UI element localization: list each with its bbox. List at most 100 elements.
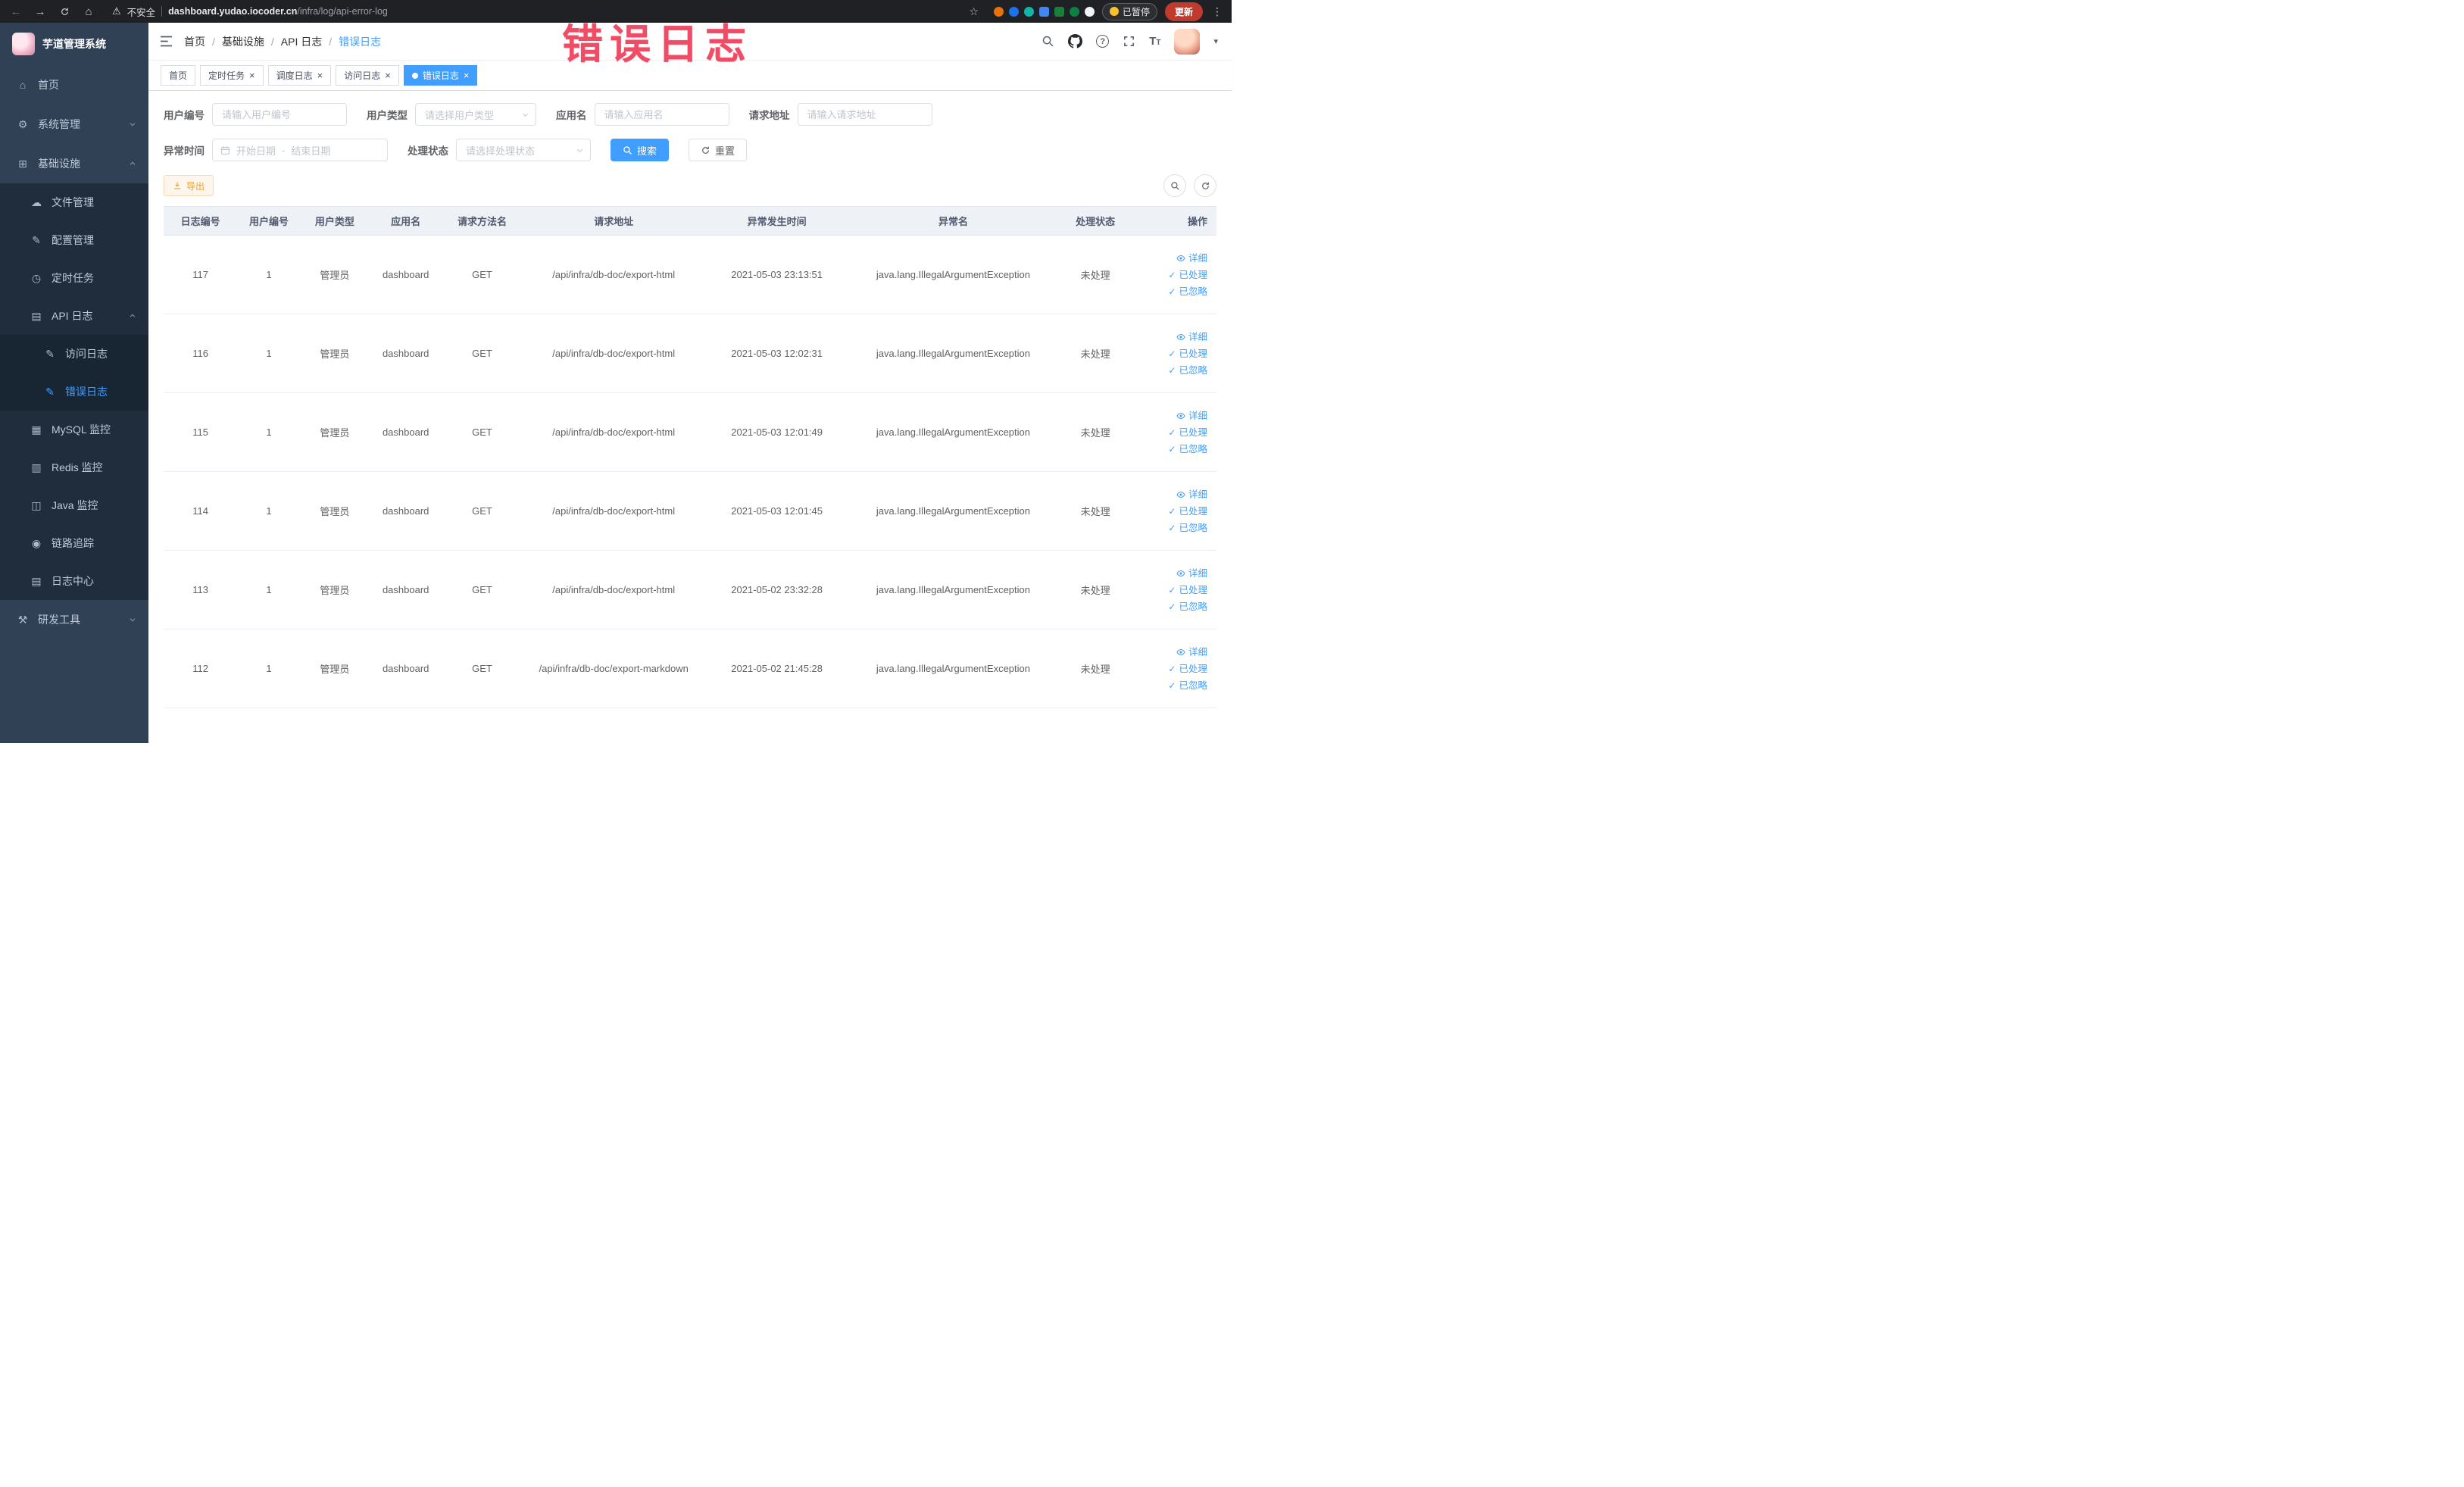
tab[interactable]: 访问日志 × — [336, 65, 399, 86]
mark-ignored-link[interactable]: ✓ 已忽略 — [1132, 283, 1207, 300]
user-avatar[interactable] — [1174, 28, 1201, 55]
sidebar-item-scheduled-jobs[interactable]: ◷ 定时任务 — [0, 259, 148, 297]
mark-ignored-link[interactable]: ✓ 已忽略 — [1132, 441, 1207, 458]
refresh-icon — [701, 145, 710, 155]
mark-ignored-link[interactable]: ✓ 已忽略 — [1132, 362, 1207, 379]
sidebar-item-infra[interactable]: ⊞ 基础设施 — [0, 144, 148, 183]
cell-actions: 详细 ✓ 已处理 ✓ 已忽略 — [1132, 314, 1216, 393]
sidebar-item-file-management[interactable]: ☁ 文件管理 — [0, 183, 148, 221]
sidebar-item-config-management[interactable]: ✎ 配置管理 — [0, 221, 148, 259]
detail-link[interactable]: 详细 — [1132, 644, 1207, 661]
extension-icon[interactable] — [1023, 6, 1034, 17]
extension-icon[interactable] — [1069, 6, 1079, 17]
tab[interactable]: 调度日志 × — [267, 65, 332, 86]
detail-link[interactable]: 详细 — [1132, 565, 1207, 582]
reset-button[interactable]: 重置 — [689, 139, 748, 161]
close-icon[interactable]: × — [464, 70, 470, 80]
sidebar-item-dev-tools[interactable]: ⚒ 研发工具 — [0, 600, 148, 639]
extension-icon[interactable] — [1054, 6, 1064, 17]
mark-processed-link[interactable]: ✓ 已处理 — [1132, 582, 1207, 598]
sidebar-item-system[interactable]: ⚙ 系统管理 — [0, 105, 148, 144]
table-row: 114 1 管理员 dashboard GET /api/infra/db-do… — [164, 471, 1216, 551]
address-bar[interactable]: ⚠ 不安全 dashboard.yudao.iocoder.cn/infra/l… — [105, 2, 986, 20]
detail-link[interactable]: 详细 — [1132, 329, 1207, 345]
mark-processed-link[interactable]: ✓ 已处理 — [1132, 267, 1207, 283]
home-button[interactable]: ⌂ — [80, 3, 97, 20]
cell-user-id: 1 — [237, 235, 301, 314]
request-url-input[interactable] — [797, 103, 932, 126]
tab[interactable]: 定时任务 × — [200, 65, 264, 86]
check-icon: ✓ — [1168, 679, 1176, 691]
document-icon: ▤ — [31, 574, 42, 587]
date-range-picker[interactable]: 开始日期 - 结束日期 — [212, 139, 388, 161]
mark-ignored-link[interactable]: ✓ 已忽略 — [1132, 677, 1207, 694]
extension-icon[interactable] — [1008, 6, 1019, 17]
sidebar-item-access-log[interactable]: ✎ 访问日志 — [0, 335, 148, 373]
close-icon[interactable]: × — [385, 70, 391, 80]
cell-app-name: dashboard — [369, 235, 443, 314]
export-button[interactable]: 导出 — [164, 175, 214, 196]
user-id-input[interactable] — [212, 103, 347, 126]
back-button[interactable]: ← — [8, 3, 24, 20]
eye-icon: ◉ — [31, 536, 42, 549]
table-row: 115 1 管理员 dashboard GET /api/infra/db-do… — [164, 392, 1216, 472]
detail-link[interactable]: 详细 — [1132, 486, 1207, 503]
breadcrumb-item[interactable]: 基础设施 — [222, 34, 264, 49]
app-name-input[interactable] — [594, 103, 729, 126]
search-button[interactable]: 搜索 — [611, 139, 670, 161]
chrome-menu-icon[interactable]: ⋮ — [1210, 5, 1224, 18]
mark-processed-link[interactable]: ✓ 已处理 — [1132, 345, 1207, 362]
help-icon[interactable]: ? — [1096, 35, 1110, 48]
mark-processed-link[interactable]: ✓ 已处理 — [1132, 661, 1207, 677]
extension-icon[interactable] — [993, 6, 1004, 17]
tab[interactable]: 错误日志 × — [403, 65, 478, 86]
refresh-button[interactable] — [56, 3, 73, 20]
close-icon[interactable]: × — [317, 70, 323, 80]
mark-processed-link[interactable]: ✓ 已处理 — [1132, 503, 1207, 520]
sidebar-item-trace[interactable]: ◉ 链路追踪 — [0, 524, 148, 562]
github-icon[interactable] — [1068, 34, 1083, 48]
breadcrumb-item[interactable]: 首页 — [184, 34, 205, 49]
mark-ignored-link[interactable]: ✓ 已忽略 — [1132, 598, 1207, 615]
breadcrumb-item[interactable]: API 日志 — [281, 34, 322, 49]
sidebar-item-java-monitor[interactable]: ◫ Java 监控 — [0, 486, 148, 524]
process-status-select[interactable]: 请选择处理状态 — [456, 139, 591, 161]
check-icon: ✓ — [1168, 426, 1176, 438]
app-logo[interactable]: 芋道管理系统 — [0, 23, 148, 65]
sidebar-item-error-log[interactable]: ✎ 错误日志 — [0, 373, 148, 411]
cell-request-url: /api/infra/db-doc/export-html — [521, 471, 706, 551]
sidebar-item-redis-monitor[interactable]: ▥ Redis 监控 — [0, 448, 148, 486]
mark-ignored-link[interactable]: ✓ 已忽略 — [1132, 520, 1207, 536]
extension-icon[interactable] — [1038, 6, 1049, 17]
user-type-select[interactable]: 请选择用户类型 — [415, 103, 536, 126]
font-size-icon[interactable]: TT — [1149, 35, 1160, 48]
search-icon[interactable] — [1042, 35, 1054, 48]
forward-button[interactable]: → — [32, 3, 48, 20]
cell-method: GET — [442, 392, 522, 472]
sidebar-item-api-log[interactable]: ▤ API 日志 — [0, 297, 148, 335]
refresh-table-button[interactable] — [1194, 174, 1216, 197]
toggle-search-button[interactable] — [1163, 174, 1186, 197]
chrome-update-button[interactable]: 更新 — [1164, 2, 1203, 21]
bookmark-star-icon[interactable]: ☆ — [969, 5, 979, 18]
tab[interactable]: 首页 — [161, 65, 196, 86]
cell-app-name: dashboard — [369, 392, 443, 472]
sidebar-toggle-icon[interactable] — [159, 36, 173, 47]
column-header: 应用名 — [369, 206, 443, 236]
app-title: 芋道管理系统 — [42, 38, 106, 50]
extension-icon[interactable] — [1084, 6, 1095, 17]
detail-link[interactable]: 详细 — [1132, 250, 1207, 267]
caret-down-icon[interactable]: ▾ — [1213, 36, 1218, 46]
cell-log-id: 115 — [164, 392, 238, 472]
cell-user-id: 1 — [237, 629, 301, 708]
cell-exception-time: 2021-05-03 23:13:51 — [705, 235, 848, 314]
sidebar-item-home[interactable]: ⌂ 首页 — [0, 65, 148, 105]
sidebar-item-log-center[interactable]: ▤ 日志中心 — [0, 562, 148, 600]
mark-processed-link[interactable]: ✓ 已处理 — [1132, 424, 1207, 441]
paused-badge[interactable]: 已暂停 — [1101, 2, 1157, 20]
detail-link[interactable]: 详细 — [1132, 408, 1207, 424]
column-header: 处理状态 — [1058, 206, 1132, 236]
fullscreen-icon[interactable] — [1123, 35, 1135, 48]
close-icon[interactable]: × — [249, 70, 255, 80]
sidebar-item-mysql-monitor[interactable]: ▦ MySQL 监控 — [0, 411, 148, 448]
